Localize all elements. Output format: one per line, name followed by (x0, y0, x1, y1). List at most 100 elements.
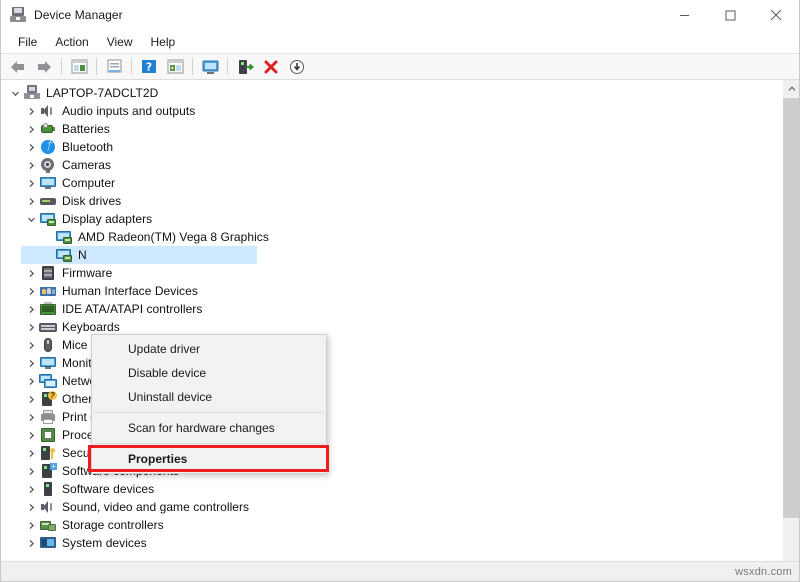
scrollbar-up-button[interactable] (783, 80, 799, 97)
tree-item-system-devices[interactable]: System devices (7, 534, 782, 552)
device-manager-window: Device Manager File Action View He (0, 0, 800, 582)
speaker-icon (39, 103, 57, 119)
tree-item-label: Keyboards (62, 320, 120, 334)
chevron-right-icon[interactable] (23, 282, 39, 300)
chevron-down-icon[interactable] (23, 210, 39, 228)
tree-item-sound-video-and-game-controllers[interactable]: Sound, video and game controllers (7, 498, 782, 516)
context-menu-item-uninstall-device[interactable]: Uninstall device (92, 385, 326, 409)
show-hide-console-tree-icon[interactable] (66, 56, 92, 78)
hid-icon (39, 283, 57, 299)
mouse-icon (39, 337, 57, 353)
chevron-right-icon[interactable] (23, 318, 39, 336)
chevron-right-icon[interactable] (23, 264, 39, 282)
tree-item-label: Cameras (62, 158, 111, 172)
uninstall-device-icon[interactable] (258, 56, 284, 78)
tree-item-label: Computer (62, 176, 115, 190)
tree-item-cameras[interactable]: Cameras (7, 156, 782, 174)
tree-item-label: System devices (62, 536, 147, 550)
tree-item-computer[interactable]: Computer (7, 174, 782, 192)
chevron-right-icon[interactable] (23, 426, 39, 444)
chevron-right-icon[interactable] (23, 156, 39, 174)
chevron-right-icon[interactable] (23, 102, 39, 120)
context-menu-item-scan-for-hardware-changes[interactable]: Scan for hardware changes (92, 416, 326, 440)
chevron-right-icon[interactable] (23, 498, 39, 516)
toolbar-separator (61, 58, 62, 75)
tree-item-display-adapters[interactable]: Display adapters (7, 210, 782, 228)
context-menu-item-update-driver[interactable]: Update driver (92, 337, 326, 361)
menu-help[interactable]: Help (142, 33, 185, 51)
tree-item-label: IDE ATA/ATAPI controllers (62, 302, 202, 316)
monitor-icon (39, 175, 57, 191)
network-adapter-icon (39, 373, 57, 389)
context-menu: Update driver Disable device Uninstall d… (91, 334, 327, 474)
tree-item-ide-ata-atapi-controllers[interactable]: IDE ATA/ATAPI controllers (7, 300, 782, 318)
printer-icon (39, 409, 57, 425)
software-device-icon (39, 481, 57, 497)
chevron-right-icon[interactable] (23, 444, 39, 462)
chevron-right-icon[interactable] (23, 408, 39, 426)
tree-root-label: LAPTOP-7ADCLT2D (46, 86, 158, 100)
chevron-right-icon[interactable] (23, 354, 39, 372)
menu-file[interactable]: File (9, 33, 46, 51)
scan-for-hardware-changes-icon[interactable] (197, 56, 223, 78)
tree-item-label: N (78, 248, 87, 262)
tree-item-label: Sound, video and game controllers (62, 500, 249, 514)
chevron-right-icon[interactable] (23, 390, 39, 408)
chevron-right-icon[interactable] (23, 372, 39, 390)
chevron-right-icon[interactable] (23, 462, 39, 480)
svg-text:?: ? (146, 61, 152, 74)
software-component-icon: + (39, 463, 57, 479)
vertical-scrollbar[interactable] (782, 80, 799, 576)
tree-item-label: Storage controllers (62, 518, 164, 532)
tree-item-storage-controllers[interactable]: Storage controllers (7, 516, 782, 534)
disable-device-icon[interactable] (284, 56, 310, 78)
chevron-right-icon[interactable] (23, 534, 39, 552)
chevron-right-icon[interactable] (23, 174, 39, 192)
tree-item-label: AMD Radeon(TM) Vega 8 Graphics (78, 230, 269, 244)
processor-icon (39, 427, 57, 443)
tree-item-batteries[interactable]: Batteries (7, 120, 782, 138)
toolbar-separator (131, 58, 132, 75)
speaker-icon (39, 499, 57, 515)
tree-item-selected-display-adapter[interactable]: N (7, 246, 782, 264)
minimize-button[interactable] (661, 0, 707, 30)
context-menu-item-disable-device[interactable]: Disable device (92, 361, 326, 385)
chevron-right-icon[interactable] (23, 480, 39, 498)
back-icon[interactable] (5, 56, 31, 78)
close-button[interactable] (753, 0, 799, 30)
system-device-icon (39, 535, 57, 551)
tree-item-audio-inputs-and-outputs[interactable]: Audio inputs and outputs (7, 102, 782, 120)
chevron-down-icon[interactable] (7, 84, 23, 102)
chevron-right-icon[interactable] (23, 516, 39, 534)
menu-view[interactable]: View (98, 33, 142, 51)
help-icon[interactable]: ? (136, 56, 162, 78)
chevron-right-icon[interactable] (23, 138, 39, 156)
window-controls (661, 0, 799, 30)
chevron-right-icon[interactable] (23, 120, 39, 138)
toolbar: ? (1, 54, 799, 80)
tree-item-human-interface-devices[interactable]: Human Interface Devices (7, 282, 782, 300)
tree-item-amd-radeon-vega-8[interactable]: AMD Radeon(TM) Vega 8 Graphics (7, 228, 782, 246)
chevron-right-icon[interactable] (23, 300, 39, 318)
window-title: Device Manager (34, 8, 123, 22)
chevron-right-icon[interactable] (23, 336, 39, 354)
device-manager-icon (9, 6, 27, 24)
chevron-right-icon[interactable] (23, 192, 39, 210)
tree-item-software-devices[interactable]: Software devices (7, 480, 782, 498)
title-bar: Device Manager (1, 0, 799, 30)
show-hide-action-pane-icon[interactable] (162, 56, 188, 78)
tree-item-disk-drives[interactable]: Disk drives (7, 192, 782, 210)
menu-action[interactable]: Action (46, 33, 97, 51)
maximize-button[interactable] (707, 0, 753, 30)
tree-root-node[interactable]: LAPTOP-7ADCLT2D (7, 84, 782, 102)
device-tree[interactable]: LAPTOP-7ADCLT2D Audio inputs and outputs (1, 84, 782, 576)
tree-item-firmware[interactable]: Firmware (7, 264, 782, 282)
tree-item-bluetooth[interactable]: ᛏ Bluetooth (7, 138, 782, 156)
scrollbar-thumb[interactable] (783, 98, 799, 518)
forward-icon[interactable] (31, 56, 57, 78)
ide-controller-icon (39, 301, 57, 317)
update-driver-icon[interactable] (232, 56, 258, 78)
context-menu-item-properties[interactable]: Properties (92, 447, 326, 471)
properties-icon[interactable] (101, 56, 127, 78)
toolbar-separator (96, 58, 97, 75)
